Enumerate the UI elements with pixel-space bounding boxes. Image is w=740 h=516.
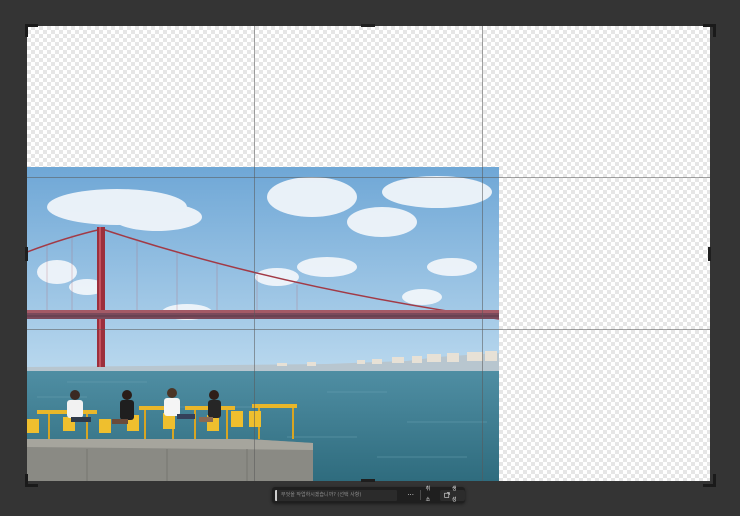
divider bbox=[419, 490, 421, 500]
contextual-task-bar: 무엇을 작업하시겠습니까? (선택 사항) ··· 취소 생성 bbox=[272, 484, 465, 506]
crop-handle-right[interactable] bbox=[708, 247, 711, 261]
generate-button[interactable]: 생성 bbox=[439, 486, 465, 503]
canvas-area: 무엇을 작업하시겠습니까? (선택 사항) ··· 취소 생성 bbox=[0, 0, 740, 516]
crop-handle-top[interactable] bbox=[361, 24, 375, 27]
grid-line-horizontal-2 bbox=[27, 329, 710, 330]
cancel-button[interactable]: 취소 bbox=[426, 484, 435, 506]
crop-handle-top-left[interactable] bbox=[25, 24, 38, 37]
photo-image bbox=[27, 167, 499, 481]
crop-handle-bottom[interactable] bbox=[361, 479, 375, 482]
generate-label: 생성 bbox=[451, 486, 457, 503]
grid-line-vertical-1 bbox=[254, 26, 255, 481]
photo-layer[interactable] bbox=[27, 167, 499, 481]
crop-handle-top-right[interactable] bbox=[703, 24, 716, 37]
crop-handle-left[interactable] bbox=[25, 247, 28, 261]
prompt-input[interactable]: 무엇을 작업하시겠습니까? (선택 사항) bbox=[275, 489, 397, 501]
generate-icon bbox=[444, 492, 450, 498]
grid-line-horizontal-1 bbox=[27, 177, 710, 178]
more-options-button[interactable]: ··· bbox=[406, 490, 416, 501]
crop-handle-bottom-left[interactable] bbox=[25, 474, 38, 487]
crop-frame[interactable] bbox=[27, 26, 710, 481]
grid-line-vertical-2 bbox=[482, 26, 483, 481]
crop-handle-bottom-right[interactable] bbox=[703, 474, 716, 487]
